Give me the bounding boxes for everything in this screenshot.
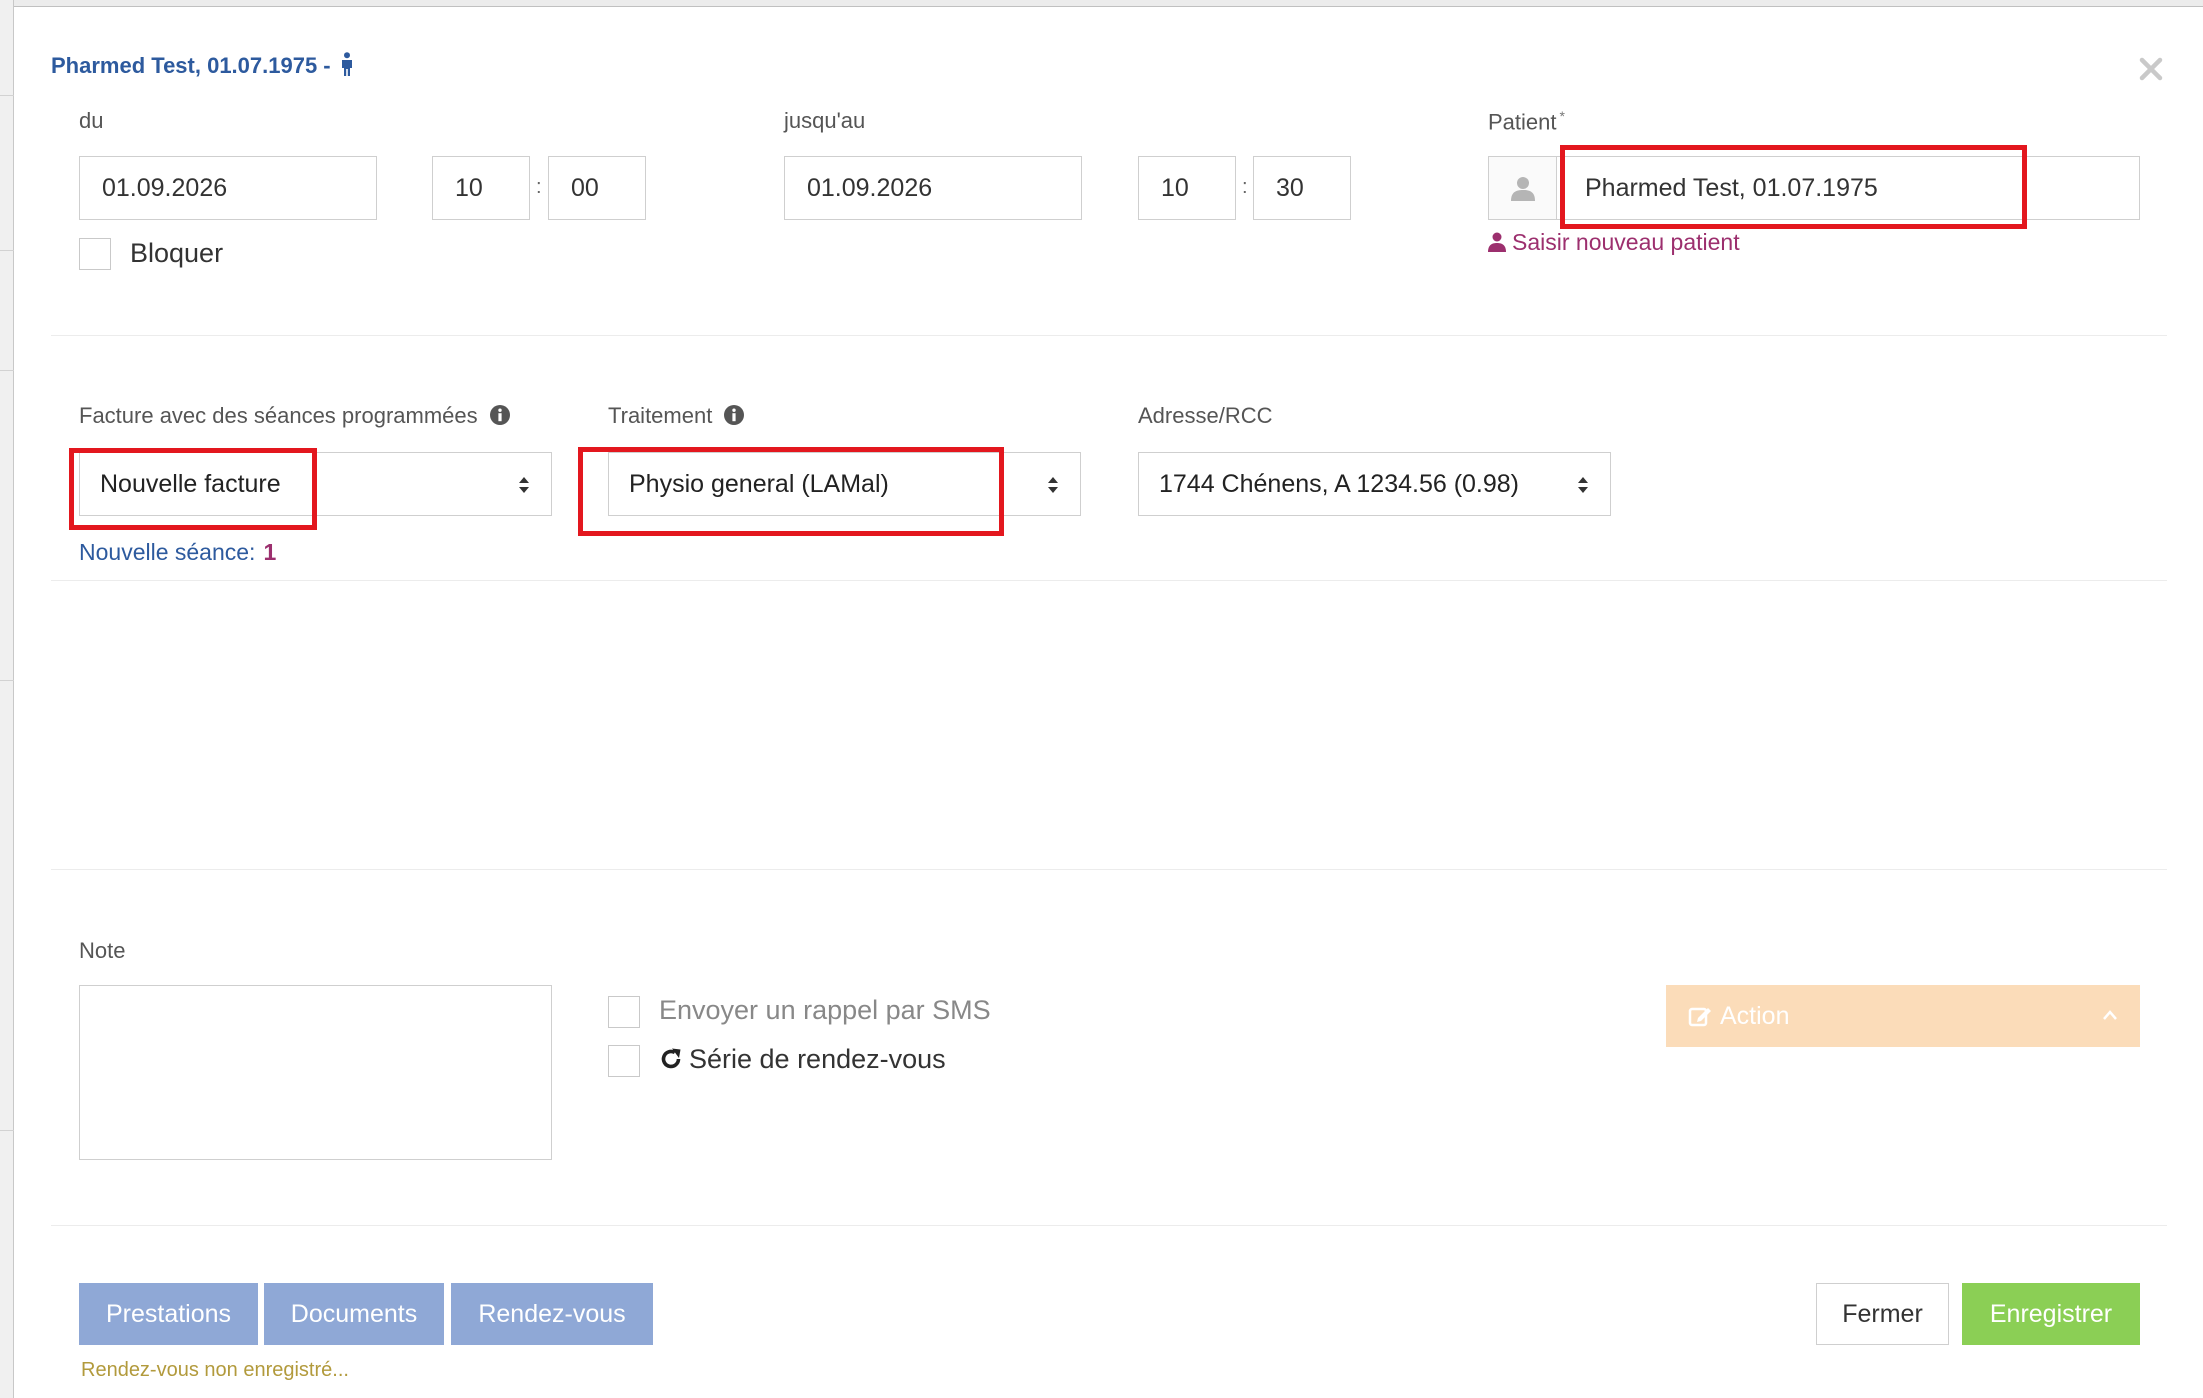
from-hour-input[interactable]: 10: [432, 156, 530, 220]
user-plus-icon: [1488, 232, 1506, 252]
save-status: Rendez-vous non enregistré...: [81, 1359, 349, 1381]
edge-tick: [0, 680, 14, 681]
treatment-label: Traitement: [608, 403, 745, 429]
dialog-title-text: Pharmed Test, 01.07.1975 -: [51, 53, 331, 78]
from-date-input[interactable]: 01.09.2026: [79, 156, 377, 220]
sms-reminder-checkbox[interactable]: [608, 996, 640, 1028]
time-separator: :: [1242, 176, 1248, 198]
sort-caret-icon: [519, 477, 529, 493]
session-count: 1: [263, 539, 277, 565]
sms-reminder-label: Envoyer un rappel par SMS: [659, 995, 991, 1025]
info-icon[interactable]: [489, 405, 510, 425]
section-divider: [51, 869, 2167, 870]
refresh-icon: [661, 1048, 681, 1069]
close-button[interactable]: Fermer: [1816, 1283, 1949, 1345]
treatment-label-text: Traitement: [608, 403, 713, 428]
appointment-series-text: Série de rendez-vous: [689, 1044, 946, 1074]
edge-tick: [0, 95, 14, 96]
tab-documents[interactable]: Documents: [264, 1283, 444, 1345]
chevron-up-icon: [2103, 1010, 2117, 1020]
patient-label: Patient *: [1488, 108, 1565, 135]
window-top-edge: [0, 0, 2203, 7]
required-mark: *: [1559, 108, 1565, 124]
dialog-title: Pharmed Test, 01.07.1975 -: [51, 52, 355, 79]
save-button[interactable]: Enregistrer: [1962, 1283, 2140, 1345]
user-icon: [1511, 177, 1535, 201]
tab-rendez-vous[interactable]: Rendez-vous: [451, 1283, 653, 1345]
new-patient-link-text: Saisir nouveau patient: [1512, 229, 1740, 255]
action-dropdown-button[interactable]: Action: [1666, 985, 2140, 1047]
action-label: Action: [1720, 1002, 1790, 1030]
to-label: jusqu'au: [784, 108, 866, 133]
patient-addon: [1488, 156, 1556, 220]
invoice-label-text: Facture avec des séances programmées: [79, 403, 478, 428]
address-select-value: 1744 Chénens, A 1234.56 (0.98): [1159, 470, 1520, 498]
invoice-select-value: Nouvelle facture: [100, 470, 281, 498]
from-label: du: [79, 108, 104, 133]
invoice-label: Facture avec des séances programmées: [79, 403, 510, 429]
block-label: Bloquer: [130, 238, 224, 268]
new-patient-link[interactable]: Saisir nouveau patient: [1488, 229, 1740, 256]
to-date-input[interactable]: 01.09.2026: [784, 156, 1082, 220]
to-hour-input[interactable]: 10: [1138, 156, 1236, 220]
patient-input[interactable]: Pharmed Test, 01.07.1975: [1556, 156, 2140, 220]
from-minute-input[interactable]: 00: [548, 156, 646, 220]
appointment-series-checkbox[interactable]: [608, 1045, 640, 1077]
session-info: Nouvelle séance: 1: [79, 539, 276, 566]
sort-caret-icon: [1578, 477, 1588, 493]
block-checkbox[interactable]: [79, 238, 111, 270]
invoice-select[interactable]: Nouvelle facture: [79, 452, 552, 516]
section-divider: [51, 580, 2167, 581]
appointment-series-label: Série de rendez-vous: [659, 1044, 946, 1075]
info-icon[interactable]: [724, 405, 745, 425]
edge-tick: [0, 1130, 14, 1131]
address-select[interactable]: 1744 Chénens, A 1234.56 (0.98): [1138, 452, 1611, 516]
time-separator: :: [536, 176, 542, 198]
note-textarea[interactable]: [79, 985, 552, 1160]
sort-caret-icon: [1048, 477, 1058, 493]
section-divider: [51, 1225, 2167, 1226]
patient-label-text: Patient: [1488, 109, 1557, 135]
window-left-edge: [0, 0, 14, 1398]
section-divider: [51, 335, 2167, 336]
male-person-icon: [341, 52, 352, 76]
tab-prestations[interactable]: Prestations: [79, 1283, 258, 1345]
treatment-select-value: Physio general (LAMal): [629, 470, 889, 498]
edit-icon: [1688, 1007, 1711, 1027]
session-label: Nouvelle séance:: [79, 539, 256, 565]
treatment-select[interactable]: Physio general (LAMal): [608, 452, 1081, 516]
close-icon[interactable]: [2136, 54, 2166, 84]
edge-tick: [0, 370, 14, 371]
note-label: Note: [79, 938, 126, 963]
address-label: Adresse/RCC: [1138, 403, 1273, 428]
to-minute-input[interactable]: 30: [1253, 156, 1351, 220]
edge-tick: [0, 250, 14, 251]
